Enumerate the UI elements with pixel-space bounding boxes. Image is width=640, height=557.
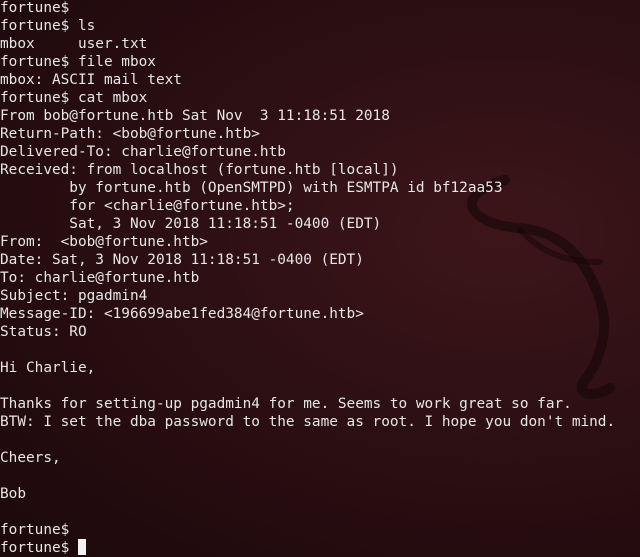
text-cursor[interactable]: [78, 539, 87, 555]
terminal-prompt-line[interactable]: fortune$: [0, 539, 615, 557]
terminal-line: Message-ID: <196699abe1fed384@fortune.ht…: [0, 306, 364, 322]
terminal-line: Thanks for setting-up pgadmin4 for me. S…: [0, 396, 572, 412]
terminal-window[interactable]: fortune$ fortune$ ls mbox user.txt fortune$…: [0, 0, 640, 557]
terminal-line: fortune$: [0, 522, 70, 538]
terminal-line: Bob: [0, 486, 26, 502]
terminal-line: fortune$: [0, 0, 70, 16]
terminal-line: Cheers,: [0, 450, 61, 466]
terminal-line: To: charlie@fortune.htb: [0, 270, 200, 286]
terminal-line: fortune$ ls: [0, 18, 96, 34]
terminal-prompt: fortune$: [0, 540, 70, 556]
terminal-line: by fortune.htb (OpenSMTPD) with ESMTPA i…: [0, 180, 503, 196]
terminal-output: fortune$ fortune$ ls mbox user.txt fortune$…: [0, 0, 615, 557]
terminal-line: Status: RO: [0, 324, 87, 340]
terminal-line: Subject: pgadmin4: [0, 288, 148, 304]
terminal-line: fortune$ file mbox: [0, 54, 156, 70]
terminal-line: mbox: ASCII mail text: [0, 72, 182, 88]
terminal-line: fortune$ cat mbox: [0, 90, 148, 106]
terminal-line: From bob@fortune.htb Sat Nov 3 11:18:51 …: [0, 108, 390, 124]
terminal-line: Date: Sat, 3 Nov 2018 11:18:51 -0400 (ED…: [0, 252, 364, 268]
terminal-line: Hi Charlie,: [0, 360, 96, 376]
terminal-line: for <charlie@fortune.htb>;: [0, 198, 295, 214]
terminal-line: Return-Path: <bob@fortune.htb>: [0, 126, 260, 142]
terminal-line: Sat, 3 Nov 2018 11:18:51 -0400 (EDT): [0, 216, 382, 232]
terminal-line: From: <bob@fortune.htb>: [0, 234, 208, 250]
terminal-line: mbox user.txt: [0, 36, 148, 52]
terminal-line: BTW: I set the dba password to the same …: [0, 414, 616, 430]
terminal-line: Received: from localhost (fortune.htb [l…: [0, 162, 399, 178]
terminal-line: Delivered-To: charlie@fortune.htb: [0, 144, 286, 160]
